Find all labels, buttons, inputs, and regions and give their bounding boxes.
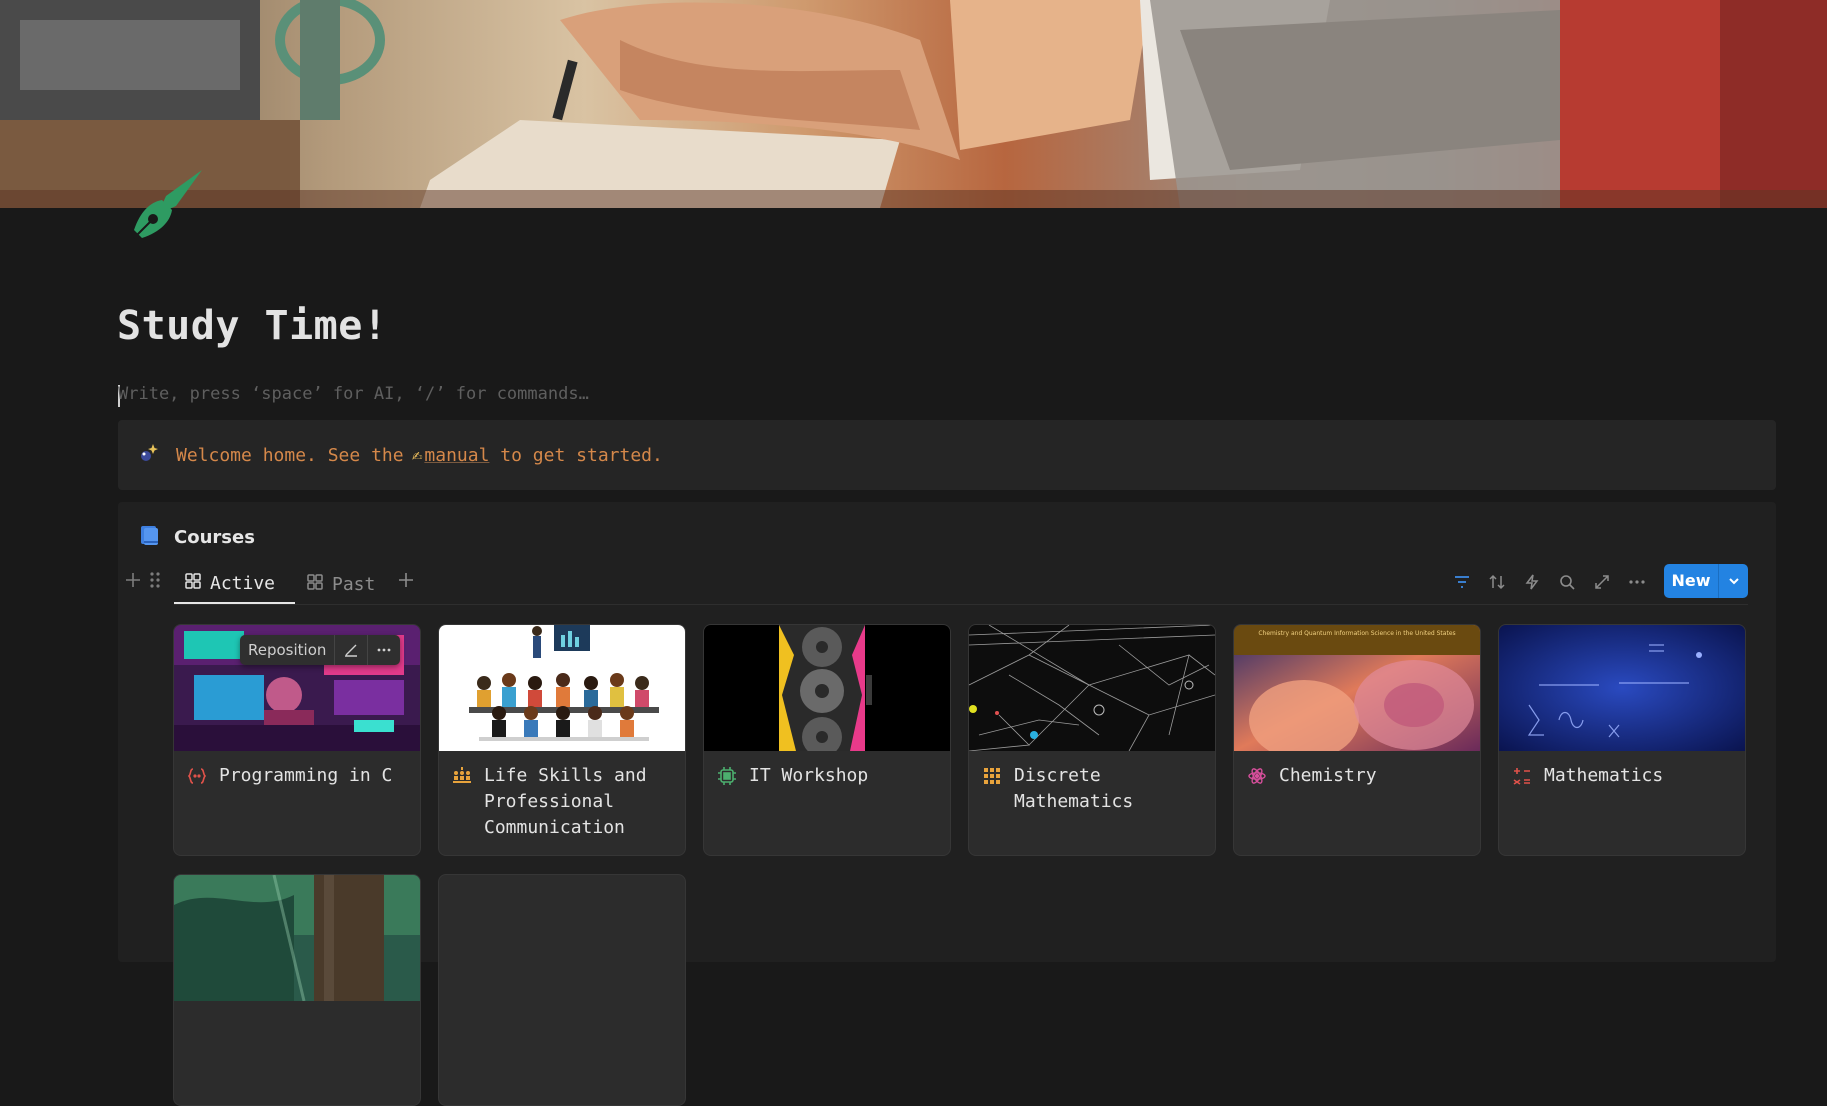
callout-text-before: Welcome home. See the <box>176 444 404 466</box>
new-card-placeholder[interactable] <box>438 874 686 1106</box>
card-title-row: Discrete Mathematics <box>982 763 1205 815</box>
sort-icon[interactable] <box>1483 568 1511 596</box>
card-cover-forest[interactable] <box>174 875 420 1001</box>
add-block-icon[interactable] <box>124 564 142 596</box>
callout-text: Welcome home. See the <box>176 445 404 466</box>
tab-label: Past <box>332 573 376 595</box>
automation-icon[interactable] <box>1518 568 1546 596</box>
courses-database: Courses Active Past New Reposition Progr… <box>118 502 1776 1106</box>
manual-link[interactable]: manual <box>424 445 489 466</box>
more-icon[interactable] <box>1623 568 1651 596</box>
card-cover-chemistry[interactable]: Chemistry and Quantum Information Scienc… <box>1234 625 1480 751</box>
sparkle-icon <box>138 442 162 469</box>
card-cover-it-workshop[interactable] <box>704 625 950 751</box>
card-title: Discrete Mathematics <box>1014 765 1134 812</box>
gallery-icon <box>306 573 324 596</box>
card-title-row: IT Workshop <box>717 763 940 789</box>
course-card[interactable]: IT Workshop <box>703 624 951 856</box>
edit-cover-icon[interactable] <box>335 635 369 665</box>
card-cover-life-skills[interactable] <box>439 625 685 751</box>
search-icon[interactable] <box>1553 568 1581 596</box>
math-ops-icon <box>1512 766 1532 786</box>
tab-divider <box>174 604 1748 605</box>
card-title-row: Chemistry <box>1247 763 1470 789</box>
gallery-icon <box>184 572 202 595</box>
view-tabs: Active Past New <box>118 564 1748 606</box>
card-title-row: Programming in C <box>187 763 410 789</box>
expand-icon[interactable] <box>1588 568 1616 596</box>
tab-past[interactable]: Past <box>306 564 375 604</box>
callout-text-after: to get started. <box>489 444 663 466</box>
new-button[interactable]: New <box>1664 564 1748 598</box>
card-title: Mathematics <box>1544 765 1664 786</box>
editor-placeholder[interactable]: Write, press ‘space’ for AI, ‘/’ for com… <box>118 384 589 404</box>
writing-hand-icon: ✍ <box>411 444 423 466</box>
card-cover-toolbar: Reposition <box>240 635 401 665</box>
reposition-button[interactable]: Reposition <box>240 635 336 665</box>
card-title: Chemistry <box>1279 765 1377 786</box>
card-title: Programming in C <box>219 765 393 786</box>
atom-icon <box>1247 766 1267 786</box>
filter-icon[interactable] <box>1448 568 1476 596</box>
card-title-row: Life Skills and Professional Communicati… <box>452 763 675 841</box>
card-title-row: Mathematics <box>1512 763 1735 789</box>
fountain-pen-icon[interactable] <box>128 166 206 244</box>
card-cover-discrete-math[interactable] <box>969 625 1215 751</box>
course-card[interactable]: Mathematics <box>1498 624 1746 856</box>
chevron-down-icon[interactable] <box>1719 574 1748 588</box>
drag-handle-icon[interactable] <box>148 564 162 596</box>
tab-label: Active <box>210 572 276 594</box>
card-title: IT Workshop <box>749 765 869 786</box>
new-button-label: New <box>1664 564 1719 598</box>
add-view-icon[interactable] <box>398 564 414 596</box>
course-card[interactable]: Chemistry and Quantum Information Scienc… <box>1233 624 1481 856</box>
welcome-callout[interactable]: Welcome home. See the ✍ manual to get st… <box>118 420 1776 490</box>
card-title: Life Skills and Professional Communicati… <box>484 765 647 838</box>
chemistry-banner-text: Chemistry and Quantum Information Scienc… <box>1258 630 1455 637</box>
code-braces-icon <box>187 766 207 786</box>
grid-icon <box>982 766 1002 786</box>
tab-active[interactable]: Active <box>174 564 295 604</box>
cover-image[interactable] <box>0 0 1827 208</box>
book-icon <box>138 524 160 550</box>
database-title[interactable]: Courses <box>174 527 255 548</box>
page-title[interactable]: Study Time! <box>117 303 387 349</box>
more-options-icon[interactable] <box>368 635 400 665</box>
course-card[interactable]: Life Skills and Professional Communicati… <box>438 624 686 856</box>
card-cover-mathematics[interactable] <box>1499 625 1745 751</box>
course-card[interactable] <box>173 874 421 1106</box>
audience-icon <box>452 766 472 786</box>
database-header: Courses <box>138 524 255 550</box>
chip-icon <box>717 766 737 786</box>
course-card[interactable]: Reposition Programming in C <box>173 624 421 856</box>
course-card[interactable]: Discrete Mathematics <box>968 624 1216 856</box>
